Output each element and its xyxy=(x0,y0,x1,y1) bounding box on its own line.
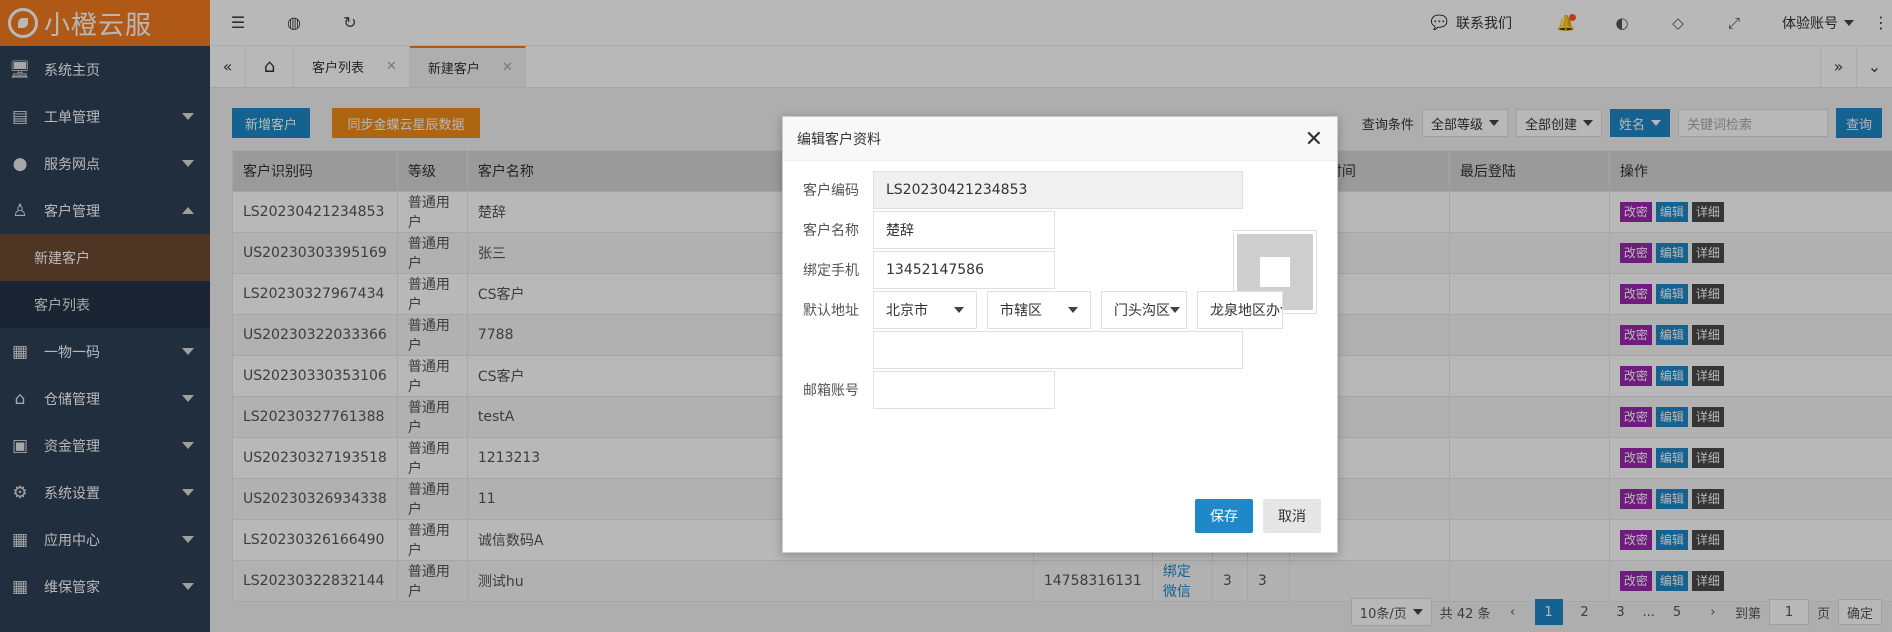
code-field[interactable]: LS20230421234853 xyxy=(873,171,1243,209)
edit-customer-modal: 编辑客户资料 ✕ 客户编码 LS20230421234853 客户名称 楚辞 绑… xyxy=(782,116,1338,553)
chevron-down-icon xyxy=(1068,307,1078,313)
modal-header: 编辑客户资料 xyxy=(783,117,1337,161)
form-row-name: 客户名称 楚辞 xyxy=(783,211,1055,249)
form-row-address-detail xyxy=(783,331,1243,369)
city-select[interactable]: 市辖区 xyxy=(987,291,1091,329)
email-field[interactable] xyxy=(873,371,1055,409)
address-detail-field[interactable] xyxy=(873,331,1243,369)
phone-field[interactable]: 13452147586 xyxy=(873,251,1055,289)
province-select[interactable]: 北京市 xyxy=(873,291,977,329)
cancel-button[interactable]: 取消 xyxy=(1263,499,1321,533)
form-row-email: 邮箱账号 xyxy=(783,371,1055,409)
form-row-phone: 绑定手机 13452147586 xyxy=(783,251,1055,289)
district-select[interactable]: 门头沟区 xyxy=(1101,291,1187,329)
code-label: 客户编码 xyxy=(803,183,859,199)
image-placeholder-icon xyxy=(1260,257,1290,287)
city-value: 市辖区 xyxy=(1000,303,1042,319)
name-label: 客户名称 xyxy=(803,223,859,239)
modal-title: 编辑客户资料 xyxy=(797,131,881,148)
save-button[interactable]: 保存 xyxy=(1195,499,1253,533)
chevron-down-icon xyxy=(954,307,964,313)
province-value: 北京市 xyxy=(886,303,928,319)
close-icon[interactable]: ✕ xyxy=(1305,127,1323,152)
district-value: 门头沟区 xyxy=(1114,303,1170,319)
name-field[interactable]: 楚辞 xyxy=(873,211,1055,249)
street-select[interactable]: 龙泉地区办 xyxy=(1197,291,1283,329)
phone-label: 绑定手机 xyxy=(803,263,859,279)
chevron-down-icon xyxy=(1170,307,1180,313)
address-label: 默认地址 xyxy=(803,303,859,319)
chevron-down-icon xyxy=(1280,307,1282,313)
form-row-address: 默认地址 北京市 市辖区 门头沟区 龙泉地区办 xyxy=(783,291,1283,329)
street-value: 龙泉地区办 xyxy=(1210,303,1280,319)
email-label: 邮箱账号 xyxy=(803,383,859,399)
form-row-code: 客户编码 LS20230421234853 xyxy=(783,171,1243,209)
